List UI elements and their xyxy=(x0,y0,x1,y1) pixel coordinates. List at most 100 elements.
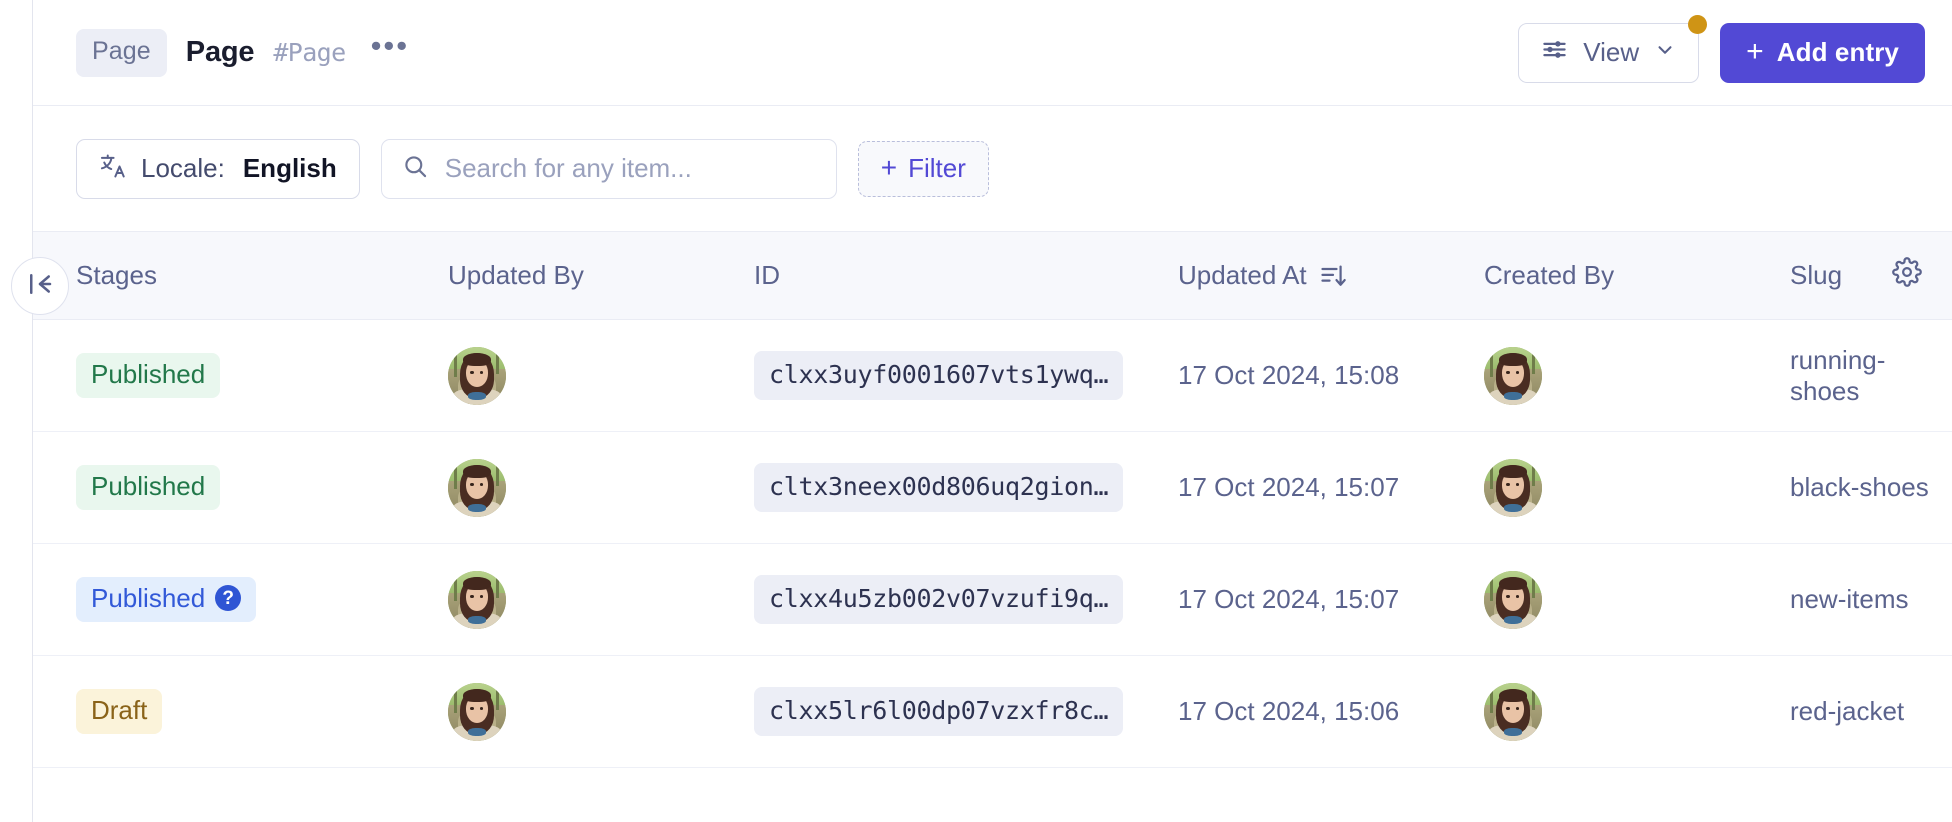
cell-updated-at: 17 Oct 2024, 15:07 xyxy=(1135,472,1441,503)
table-body: Published clxx3uyf0001607vts1ywq… 17 Oct… xyxy=(33,320,1952,768)
cell-id: cltx3neex00d806uq2gion… xyxy=(711,463,1135,512)
collapse-sidebar-icon xyxy=(25,269,55,304)
sort-descending-icon[interactable] xyxy=(1319,262,1347,290)
help-circle-icon[interactable]: ? xyxy=(215,585,241,611)
cell-id: clxx3uyf0001607vts1ywq… xyxy=(711,351,1135,400)
breadcrumb-chip[interactable]: Page xyxy=(76,29,167,77)
avatar xyxy=(1484,571,1542,629)
cell-updated-at: 17 Oct 2024, 15:06 xyxy=(1135,696,1441,727)
sliders-icon xyxy=(1541,36,1568,70)
table-row[interactable]: Published ? clxx4u5zb002v07vzufi9q… 17 O… xyxy=(33,544,1952,656)
column-header-created-by[interactable]: Created By xyxy=(1441,260,1747,291)
cell-slug: new-items xyxy=(1747,584,1952,615)
column-label: Slug xyxy=(1790,260,1842,291)
slug-value: red-jacket xyxy=(1790,696,1904,727)
page-title: Page xyxy=(186,36,255,69)
avatar xyxy=(448,683,506,741)
cell-updated-at: 17 Oct 2024, 15:08 xyxy=(1135,360,1441,391)
cell-stages: Published xyxy=(33,465,405,511)
column-header-id[interactable]: ID xyxy=(711,260,1135,291)
status-badge[interactable]: Published xyxy=(76,465,220,511)
slug-value: running-shoes xyxy=(1790,345,1952,407)
cell-stages: Published ? xyxy=(33,577,405,623)
locale-label: Locale: xyxy=(141,153,225,184)
cell-updated-at: 17 Oct 2024, 15:07 xyxy=(1135,584,1441,615)
column-header-slug[interactable]: Slug xyxy=(1747,257,1952,294)
updated-at-value: 17 Oct 2024, 15:07 xyxy=(1178,472,1399,503)
cell-created-by xyxy=(1441,683,1747,741)
column-header-stages[interactable]: Stages xyxy=(33,260,405,291)
entry-id-chip[interactable]: clxx5lr6l00dp07vzxfr8c… xyxy=(754,687,1123,736)
filter-toolbar: Locale: English + Filter xyxy=(33,106,1952,231)
column-label: Updated By xyxy=(448,260,584,291)
search-icon xyxy=(402,153,429,185)
more-options-button[interactable]: ••• xyxy=(365,40,416,64)
column-label: Stages xyxy=(76,260,157,291)
column-label: Updated At xyxy=(1178,260,1307,291)
locale-selector[interactable]: Locale: English xyxy=(76,139,360,199)
column-label: ID xyxy=(754,260,780,291)
cell-slug: running-shoes xyxy=(1747,345,1952,407)
slug-value: black-shoes xyxy=(1790,472,1929,503)
entry-id-chip[interactable]: clxx4u5zb002v07vzufi9q… xyxy=(754,575,1123,624)
view-button-label: View xyxy=(1583,37,1639,68)
view-button[interactable]: View xyxy=(1518,23,1699,83)
column-label: Created By xyxy=(1484,260,1614,291)
avatar xyxy=(1484,347,1542,405)
column-header-updated-by[interactable]: Updated By xyxy=(405,260,711,291)
cell-slug: black-shoes xyxy=(1747,472,1952,503)
column-header-updated-at[interactable]: Updated At xyxy=(1135,260,1441,291)
cell-updated-by xyxy=(405,459,711,517)
collapse-sidebar-button[interactable] xyxy=(11,257,69,315)
add-entry-label: Add entry xyxy=(1777,37,1899,68)
entry-id-chip[interactable]: cltx3neex00d806uq2gion… xyxy=(754,463,1123,512)
avatar xyxy=(1484,459,1542,517)
table-row[interactable]: Published cltx3neex00d806uq2gion… 17 Oct… xyxy=(33,432,1952,544)
cell-updated-by xyxy=(405,683,711,741)
view-modified-dot xyxy=(1688,15,1707,34)
updated-at-value: 17 Oct 2024, 15:08 xyxy=(1178,360,1399,391)
page-header: Page Page #Page ••• View xyxy=(33,0,1952,106)
cell-created-by xyxy=(1441,347,1747,405)
add-filter-button[interactable]: + Filter xyxy=(858,141,989,197)
cell-id: clxx4u5zb002v07vzufi9q… xyxy=(711,575,1135,624)
avatar xyxy=(448,571,506,629)
plus-icon: + xyxy=(881,154,897,182)
chevron-down-icon xyxy=(1654,37,1676,68)
table-header-row: Stages Updated By ID Updated At xyxy=(33,231,1952,320)
status-badge[interactable]: Published ? xyxy=(76,577,256,623)
cell-created-by xyxy=(1441,571,1747,629)
updated-at-value: 17 Oct 2024, 15:06 xyxy=(1178,696,1399,727)
cell-updated-by xyxy=(405,347,711,405)
content-manager-page: Page Page #Page ••• View xyxy=(0,0,1952,822)
header-actions: View + Add entry xyxy=(1518,23,1925,83)
cell-stages: Draft xyxy=(33,689,405,735)
status-badge-label: Published xyxy=(91,360,205,390)
table-row[interactable]: Published clxx3uyf0001607vts1ywq… 17 Oct… xyxy=(33,320,1952,432)
cell-updated-by xyxy=(405,571,711,629)
search-box[interactable] xyxy=(381,139,837,199)
slug-value: new-items xyxy=(1790,584,1908,615)
status-badge-label: Published xyxy=(91,472,205,502)
status-badge-label: Published xyxy=(91,584,205,614)
cell-slug: red-jacket xyxy=(1747,696,1952,727)
status-badge[interactable]: Published xyxy=(76,353,220,399)
cell-id: clxx5lr6l00dp07vzxfr8c… xyxy=(711,687,1135,736)
gear-icon[interactable] xyxy=(1892,257,1922,294)
add-filter-label: Filter xyxy=(908,153,966,184)
entries-table: Stages Updated By ID Updated At xyxy=(33,231,1952,822)
add-entry-button[interactable]: + Add entry xyxy=(1720,23,1925,83)
updated-at-value: 17 Oct 2024, 15:07 xyxy=(1178,584,1399,615)
avatar xyxy=(1484,683,1542,741)
page-api-id: #Page xyxy=(273,38,345,67)
plus-icon: + xyxy=(1746,37,1764,67)
avatar xyxy=(448,459,506,517)
table-row[interactable]: Draft clxx5lr6l00dp07vzxfr8c… 17 Oct 202… xyxy=(33,656,1952,768)
breadcrumb: Page Page #Page ••• xyxy=(76,29,1518,77)
status-badge-label: Draft xyxy=(91,696,147,726)
status-badge[interactable]: Draft xyxy=(76,689,162,735)
entry-id-chip[interactable]: clxx3uyf0001607vts1ywq… xyxy=(754,351,1123,400)
search-input[interactable] xyxy=(445,153,816,184)
cell-stages: Published xyxy=(33,353,405,399)
locale-value: English xyxy=(243,153,337,184)
